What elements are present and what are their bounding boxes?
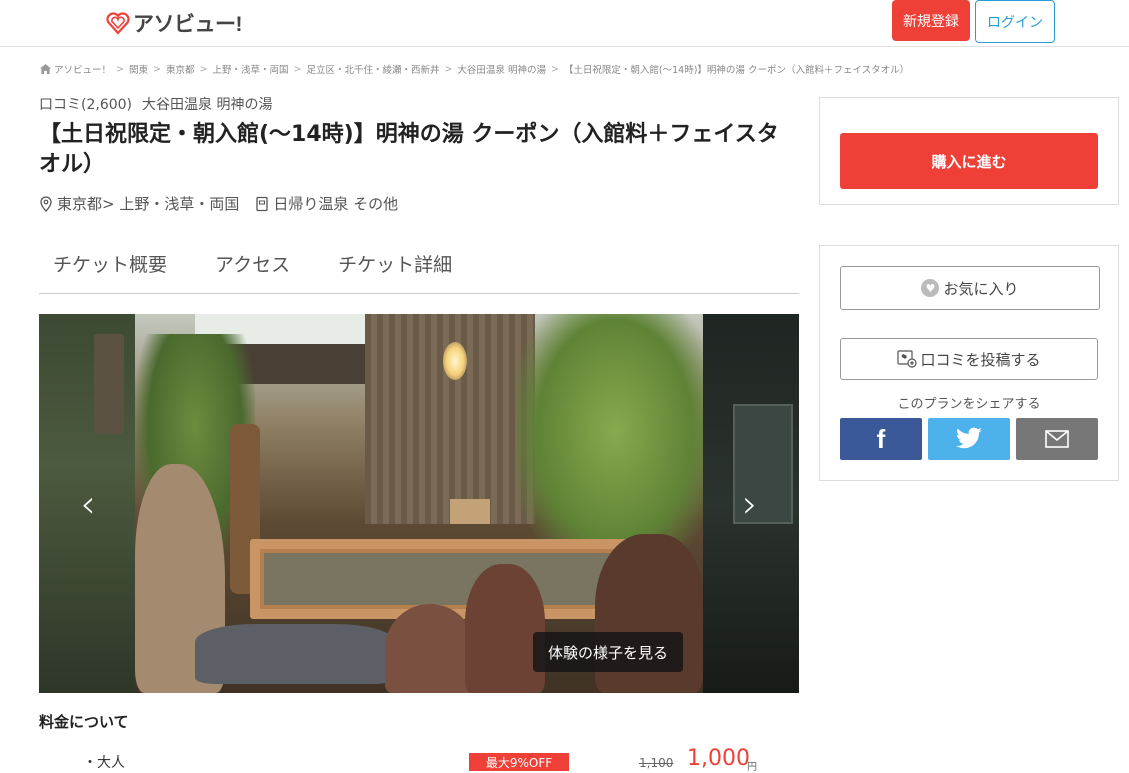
facebook-icon: f (876, 423, 886, 454)
price-label: ・大人 (83, 755, 125, 771)
facility-name-link[interactable]: 大谷田温泉 明神の湯 (142, 97, 272, 113)
chevron-right-icon[interactable]: › (735, 484, 765, 524)
purchase-box: 購入に進む (819, 97, 1119, 205)
twitter-icon (956, 427, 982, 449)
actions-box: ♥ お気に入り 口コミを投稿する このプランをシェアする f (819, 245, 1119, 481)
plan-meta: 東京都> 上野・浅草・両国 日帰り温泉 その他 (39, 193, 398, 214)
discount-badge: 最大9%OFF (469, 753, 569, 771)
location-pin-icon (40, 195, 52, 212)
photo-gallery[interactable]: ‹ › 体験の様子を見る (39, 314, 799, 693)
price-row: ・大人 最大9%OFF 1,100 1,000 円 (39, 746, 799, 773)
post-review-icon (897, 350, 918, 368)
heart-logo-icon (106, 12, 130, 35)
breadcrumb: アソビュー！ > 関東 > 東京都 > 上野・浅草・両国 > 足立区・北千住・綾瀬・西新… (40, 62, 909, 76)
share-label: このプランをシェアする (897, 397, 1041, 412)
login-button[interactable]: ログイン (975, 0, 1055, 43)
buy-button[interactable]: 購入に進む (840, 133, 1098, 189)
breadcrumb-item[interactable]: 東京都 (166, 62, 195, 76)
register-button[interactable]: 新規登録 (892, 0, 970, 41)
logo-text: アソビュー! (133, 13, 243, 36)
post-review-button[interactable]: 口コミを投稿する (840, 338, 1098, 380)
breadcrumb-item[interactable]: 上野・浅草・両国 (212, 62, 288, 76)
view-experience-button[interactable]: 体験の様子を見る (533, 632, 683, 672)
current-price: 1,000 (687, 746, 750, 771)
twitter-share-button[interactable] (928, 418, 1010, 460)
review-line: 口コミ(2,600) 大谷田温泉 明神の湯 (39, 94, 272, 114)
tab-overview[interactable]: チケット概要 (39, 240, 181, 293)
facebook-share-button[interactable]: f (840, 418, 922, 460)
page-title: 【土日祝限定・朝入館(〜14時)】明神の湯 クーポン（入館料＋フェイスタオル） (39, 122, 779, 177)
home-icon (40, 64, 51, 74)
share-buttons: f (840, 418, 1098, 460)
category-link[interactable]: 日帰り温泉 その他 (273, 193, 398, 214)
original-price: 1,100 (639, 756, 674, 770)
category-book-icon (256, 196, 268, 211)
breadcrumb-current: 【土日祝限定・朝入館(〜14時)】明神の湯 クーポン（入館料＋フェイスタオル） (563, 65, 910, 76)
breadcrumb-item[interactable]: 足立区・北千住・綾瀬・西新井 (306, 62, 439, 76)
site-header: アソビュー! 新規登録 ログイン (0, 0, 1129, 47)
breadcrumb-item[interactable]: 大谷田温泉 明神の湯 (457, 62, 546, 76)
tab-details[interactable]: チケット詳細 (324, 240, 466, 293)
plan-tabs: チケット概要 アクセス チケット詳細 (39, 240, 799, 294)
location-link[interactable]: 東京都> 上野・浅草・両国 (57, 193, 239, 214)
favorite-label: お気に入り (943, 279, 1019, 298)
heart-icon: ♥ (921, 279, 940, 297)
favorite-button[interactable]: ♥ お気に入り (840, 266, 1100, 310)
breadcrumb-item[interactable]: 関東 (129, 62, 148, 76)
mail-share-button[interactable] (1016, 418, 1098, 460)
review-count-link[interactable]: 口コミ(2,600) (39, 97, 132, 113)
post-review-label: 口コミを投稿する (920, 350, 1041, 369)
price-section-title: 料金について (39, 713, 129, 731)
breadcrumb-item[interactable]: アソビュー！ (54, 62, 111, 76)
mail-icon (1045, 430, 1069, 448)
price-unit: 円 (747, 762, 757, 773)
chevron-left-icon[interactable]: ‹ (73, 484, 103, 524)
category: 日帰り温泉 その他 (255, 193, 398, 214)
site-logo[interactable]: アソビュー! (106, 8, 243, 38)
tab-access[interactable]: アクセス (201, 240, 304, 293)
